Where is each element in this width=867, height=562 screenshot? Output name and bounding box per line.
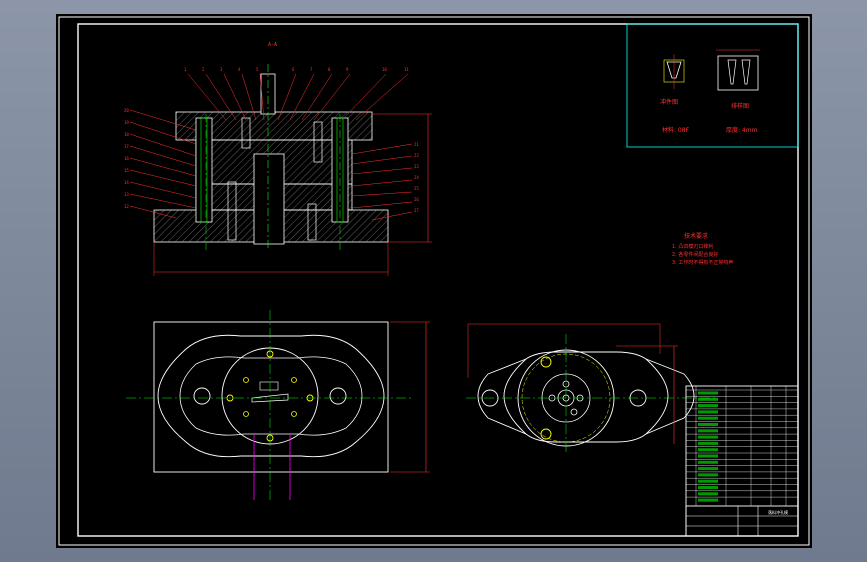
callout-right: 21 (414, 142, 419, 147)
callout-left: 12 (124, 204, 129, 209)
parts-row-text (698, 429, 718, 433)
callout-left: 19 (124, 120, 129, 125)
punch (253, 153, 285, 245)
callout-right: 27 (414, 208, 419, 213)
tech-item-3: 3. 工作时不得有不正常响声 (672, 259, 733, 266)
title-block: 落料冲孔模 (685, 385, 799, 537)
parts-row-text (698, 404, 718, 408)
callout-left: 13 (124, 192, 129, 197)
parts-row-text (698, 441, 718, 445)
parts-row-text (698, 410, 718, 414)
drawing-canvas[interactable]: A-A 冲件图 排样图 材料: 08F 厚度: 4mm 技术要求 1. 凸凹模刃… (56, 14, 812, 548)
parts-row-text (698, 391, 718, 395)
callout-left: 15 (124, 168, 129, 173)
parts-row-text (698, 460, 718, 464)
tech-heading: 技术要求 (684, 232, 708, 240)
strip-label: 排样图 (731, 102, 749, 110)
callout-top: 3 (220, 67, 223, 72)
drawing-name: 落料冲孔模 (768, 509, 788, 515)
callout-top: 1 (184, 67, 187, 72)
parts-row-text (698, 454, 718, 458)
callout-top: 4 (238, 67, 241, 72)
front-section-view: A-A (129, 42, 432, 276)
callout-top: 9 (346, 67, 349, 72)
detail-box: 冲件图 排样图 材料: 08F 厚度: 4mm (626, 23, 799, 148)
tech-requirements: 技术要求 1. 凸凹模刃口锋利 2. 各零件间配合良好 3. 工作时不得有不正常… (672, 232, 733, 266)
callout-left: 20 (124, 108, 129, 113)
callout-left: 18 (124, 132, 129, 137)
thickness-note: 厚度: 4mm (726, 126, 758, 134)
tech-item-1: 1. 凸凹模刃口锋利 (672, 243, 713, 250)
material-note: 材料: 08F (662, 126, 690, 134)
parts-row-text (698, 486, 718, 489)
section-title: A-A (268, 42, 277, 48)
callout-top: 5 (256, 67, 259, 72)
parts-row-text (698, 435, 718, 439)
parts-row-text (698, 498, 718, 502)
part-label: 冲件图 (660, 98, 678, 106)
parts-row-text (698, 492, 718, 496)
parts-row-text (698, 416, 718, 420)
callout-top: 6 (292, 67, 295, 72)
guide-hole-left (193, 387, 211, 405)
tech-item-2: 2. 各零件间配合良好 (672, 251, 718, 258)
bottom-plate-view (126, 310, 430, 500)
callout-right: 24 (414, 175, 419, 180)
callout-right: 26 (414, 197, 419, 202)
parts-row-text (698, 479, 718, 483)
parts-row-text (698, 467, 718, 471)
detail-frame (626, 23, 799, 148)
parts-row-text (698, 397, 718, 401)
callout-right: 23 (414, 164, 419, 169)
callout-top: 10 (382, 67, 387, 72)
parts-row-text (698, 423, 718, 426)
callout-top: 8 (328, 67, 331, 72)
plate-outline (153, 321, 389, 473)
callout-left: 16 (124, 156, 129, 161)
cad-drawing: A-A 冲件图 排样图 材料: 08F 厚度: 4mm 技术要求 1. 凸凹模刃… (58, 16, 810, 546)
top-plate-view (466, 323, 716, 454)
callout-top: 11 (404, 67, 409, 72)
callout-right: 25 (414, 186, 419, 191)
callout-top: 7 (310, 67, 313, 72)
guide-post-left (195, 117, 213, 223)
parts-row-text (698, 448, 718, 452)
callout-top: 2 (202, 67, 205, 72)
callout-right: 22 (414, 153, 419, 158)
strip-shape (717, 55, 759, 91)
parts-row-text (698, 473, 718, 477)
callout-left: 17 (124, 144, 129, 149)
callout-left: 14 (124, 180, 129, 185)
guide-hole-right (329, 387, 347, 405)
